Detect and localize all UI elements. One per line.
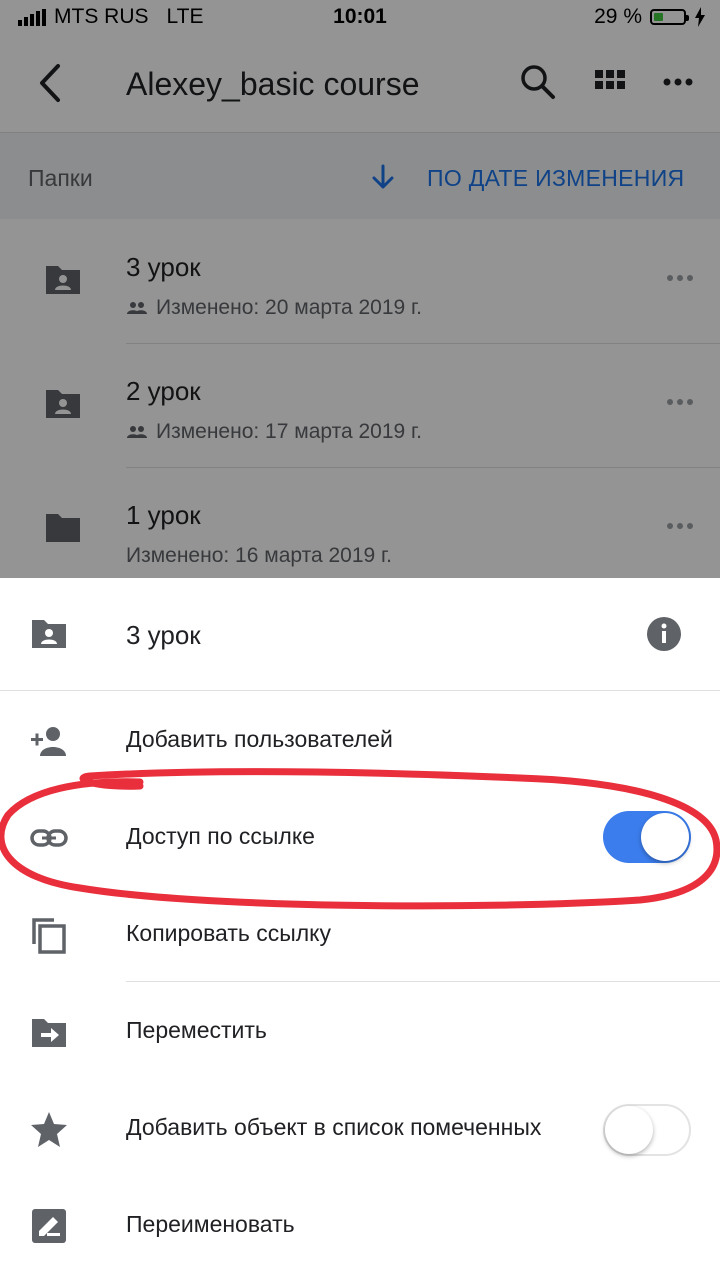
divider xyxy=(126,981,720,982)
copy-link-button[interactable]: Копировать ссылку xyxy=(0,886,720,982)
add-to-starred-row[interactable]: Добавить объект в список помеченных xyxy=(0,1080,720,1176)
add-users-button[interactable]: Добавить пользователей xyxy=(0,692,720,788)
star-icon xyxy=(31,1112,67,1147)
link-sharing-toggle[interactable] xyxy=(603,811,691,863)
modal-scrim[interactable] xyxy=(0,0,720,578)
menu-item-label: Переименовать xyxy=(126,1211,295,1237)
menu-item-label: Добавить пользователей xyxy=(126,726,393,752)
info-icon[interactable] xyxy=(646,616,682,652)
menu-item-label: Добавить объект в список помеченных xyxy=(126,1114,542,1140)
move-button[interactable]: Переместить xyxy=(0,983,720,1079)
action-sheet: 3 урок Добавить пользователей Доступ по … xyxy=(0,578,720,1280)
rename-button[interactable]: Переименовать xyxy=(0,1177,720,1273)
rename-icon xyxy=(32,1209,66,1243)
move-folder-icon xyxy=(32,1019,66,1047)
copy-icon xyxy=(32,918,66,954)
starred-toggle[interactable] xyxy=(603,1104,691,1156)
person-add-icon xyxy=(31,727,66,756)
shared-folder-icon xyxy=(32,620,66,648)
sheet-title: 3 урок xyxy=(126,620,201,650)
toggle-knob xyxy=(605,1106,653,1154)
sheet-header: 3 урок xyxy=(0,578,720,691)
link-sharing-row[interactable]: Доступ по ссылке xyxy=(0,789,720,885)
menu-item-label: Переместить xyxy=(126,1017,267,1043)
menu-item-label: Копировать ссылку xyxy=(126,920,332,946)
link-icon xyxy=(30,829,68,847)
toggle-knob xyxy=(641,813,689,861)
menu-item-label: Доступ по ссылке xyxy=(126,823,315,849)
